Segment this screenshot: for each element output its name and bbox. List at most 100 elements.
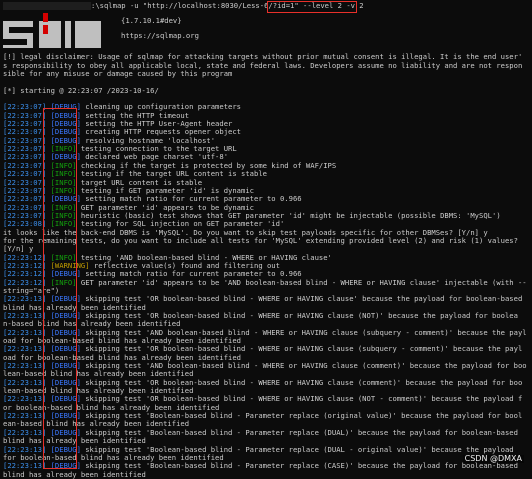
- log-line: [22:23:07] [INFO] testing connection to …: [3, 145, 530, 153]
- log-level: [DEBUG]: [50, 295, 81, 304]
- log-timestamp: [22:23:07]: [3, 203, 47, 212]
- log-timestamp: [22:23:07]: [3, 195, 47, 204]
- log-line: [22:23:13] [DEBUG] skipping test 'AND bo…: [3, 329, 530, 337]
- sqlmap-banner: {1.7.10.1#dev} https://sqlmap.org: [3, 13, 530, 53]
- log-message: declared web page charset 'utf-8': [80, 153, 229, 162]
- log-message: GET parameter 'id' appears to be 'AND bo…: [76, 278, 527, 287]
- log-line: [22:23:12] [WARNING] reflective value(s)…: [3, 262, 530, 270]
- log-timestamp: [22:23:13]: [3, 428, 47, 437]
- log-timestamp: [22:23:13]: [3, 462, 47, 471]
- log-line: [22:23:07] [DEBUG] setting the HTTP User…: [3, 120, 530, 128]
- redacted-path: [3, 2, 91, 10]
- log-message: GET parameter 'id' appears to be dynamic: [76, 203, 254, 212]
- log-level: [DEBUG]: [50, 345, 81, 354]
- log-line: [22:23:07] [INFO] testing if the target …: [3, 170, 530, 178]
- log-level: [INFO]: [50, 186, 77, 195]
- banner-text: {1.7.10.1#dev} https://sqlmap.org: [121, 17, 199, 41]
- log-line: [22:23:13] [DEBUG] skipping test 'OR boo…: [3, 379, 530, 387]
- log-line: [22:23:13] [DEBUG] skipping test 'Boolea…: [3, 446, 530, 454]
- log-timestamp: [22:23:13]: [3, 378, 47, 387]
- log-level: [WARNING]: [50, 261, 90, 270]
- log-message: skipping test 'OR boolean-based blind - …: [80, 395, 523, 404]
- log-message: setting the HTTP User-Agent header: [80, 120, 233, 129]
- log-line: [22:23:13] [DEBUG] skipping test 'OR boo…: [3, 312, 530, 320]
- log-message: target URL content is stable: [76, 178, 203, 187]
- log-message: resolving hostname 'localhost': [80, 136, 216, 145]
- log-message: setting match ratio for current paramete…: [80, 195, 302, 204]
- log-message: checking if the target is protected by s…: [76, 161, 337, 170]
- log-line: [22:23:08] [INFO] testing for SQL inject…: [3, 220, 530, 228]
- disclaimer-line-2: s responsibility to obey all applicable …: [3, 61, 523, 70]
- log-line: [22:23:07] [INFO] heuristic (basic) test…: [3, 212, 530, 220]
- prompt-line-2: for the remaining tests, do you want to …: [3, 236, 518, 245]
- log-level: [DEBUG]: [50, 462, 81, 471]
- log-timestamp: [22:23:07]: [3, 153, 47, 162]
- log-level: [INFO]: [50, 220, 77, 229]
- log-continuation: for boolean-based blind has already been…: [3, 453, 224, 462]
- log-line: [22:23:13] [DEBUG] skipping test 'OR boo…: [3, 345, 530, 353]
- log-message: reflective value(s) found and filtering …: [89, 261, 280, 270]
- log-timestamp: [22:23:13]: [3, 312, 47, 320]
- log-level: [DEBUG]: [50, 128, 81, 137]
- log-message: testing if GET parameter 'id' is dynamic: [76, 186, 254, 195]
- log-message: skipping test 'AND boolean-based blind -…: [80, 362, 527, 371]
- log-line: [22:23:13] [DEBUG] skipping test 'AND bo…: [3, 362, 530, 370]
- log-message: testing connection to the target URL: [76, 145, 237, 154]
- log-timestamp: [22:23:13]: [3, 328, 47, 337]
- log-message: heuristic (basic) test shows that GET pa…: [76, 211, 501, 220]
- log-line: [22:23:07] [DEBUG] resolving hostname 'l…: [3, 137, 530, 145]
- log-line: [22:23:07] [DEBUG] cleaning up configura…: [3, 103, 530, 111]
- log-continuation: blind has already been identified: [3, 437, 146, 446]
- command-text: sqlmap -u "http://localhost:8030/Less-6/…: [99, 2, 304, 10]
- log-message: skipping test 'OR boolean-based blind - …: [80, 345, 523, 354]
- log-message: skipping test 'OR boolean-based blind - …: [80, 312, 518, 320]
- log-timestamp: [22:23:07]: [3, 128, 47, 137]
- log-level: [INFO]: [50, 278, 77, 287]
- banner-url: https://sqlmap.org: [121, 32, 199, 41]
- log-message: skipping test 'Boolean-based blind - Par…: [80, 428, 518, 437]
- log-timestamp: [22:23:12]: [3, 261, 47, 270]
- log-continuation: lean-based blind has already been identi…: [3, 387, 194, 396]
- log-block-skipping: [22:23:13] [DEBUG] skipping test 'OR boo…: [3, 295, 530, 479]
- log-timestamp: [22:23:07]: [3, 178, 47, 187]
- log-level: [DEBUG]: [50, 378, 81, 387]
- sqlmap-logo: [3, 13, 103, 49]
- log-line: [22:23:12] [DEBUG] setting match ratio f…: [3, 270, 530, 278]
- log-timestamp: [22:23:13]: [3, 412, 47, 421]
- log-timestamp: [22:23:07]: [3, 111, 47, 120]
- banner-version: {1.7.10.1#dev}: [121, 17, 182, 26]
- log-timestamp: [22:23:13]: [3, 395, 47, 404]
- log-message: skipping test 'Boolean-based blind - Par…: [80, 462, 518, 471]
- prompt-line-3: [Y/n] y: [3, 245, 34, 254]
- log-level: [DEBUG]: [50, 136, 81, 145]
- log-message: setting match ratio for current paramete…: [80, 270, 302, 279]
- log-timestamp: [22:23:07]: [3, 103, 47, 112]
- log-line: [22:23:13] [DEBUG] skipping test 'OR boo…: [3, 295, 530, 303]
- log-line: [22:23:07] [INFO] GET parameter 'id' app…: [3, 204, 530, 212]
- log-continuation: lean-based blind has already been identi…: [3, 370, 194, 379]
- log-timestamp: [22:23:13]: [3, 445, 47, 454]
- log-line: [22:23:07] [INFO] testing if GET paramet…: [3, 187, 530, 195]
- log-continuation: blind has already been identified: [3, 303, 146, 312]
- log-line: [22:23:13] [DEBUG] skipping test 'OR boo…: [3, 395, 530, 403]
- log-level: [INFO]: [50, 161, 77, 170]
- log-block-boolean: [22:23:12] [INFO] testing 'AND boolean-b…: [3, 254, 530, 287]
- log-level: [INFO]: [50, 211, 77, 220]
- log-level: [INFO]: [50, 203, 77, 212]
- log-level: [DEBUG]: [50, 445, 81, 454]
- log-continuation: n-based blind has already been identifie…: [3, 320, 181, 329]
- log-message: skipping test 'AND boolean-based blind -…: [80, 328, 527, 337]
- log-timestamp: [22:23:12]: [3, 253, 47, 262]
- log-continuation: blind has already been identified: [3, 470, 146, 479]
- command-highlighted-args: --level 2 -v 2: [303, 2, 364, 10]
- log-level: [DEBUG]: [50, 120, 81, 129]
- log-timestamp: [22:23:07]: [3, 161, 47, 170]
- log-line: [22:23:07] [DEBUG] setting match ratio f…: [3, 195, 530, 203]
- log-message: skipping test 'Boolean-based blind - Par…: [80, 445, 514, 454]
- disclaimer-line-1: [!] legal disclaimer: Usage of sqlmap fo…: [3, 53, 523, 62]
- log-level: [INFO]: [50, 178, 77, 187]
- log-block-initial: [22:23:07] [DEBUG] cleaning up configura…: [3, 103, 530, 228]
- log-timestamp: [22:23:07]: [3, 136, 47, 145]
- log-message: skipping test 'OR boolean-based blind - …: [80, 295, 523, 304]
- log-level: [INFO]: [50, 145, 77, 154]
